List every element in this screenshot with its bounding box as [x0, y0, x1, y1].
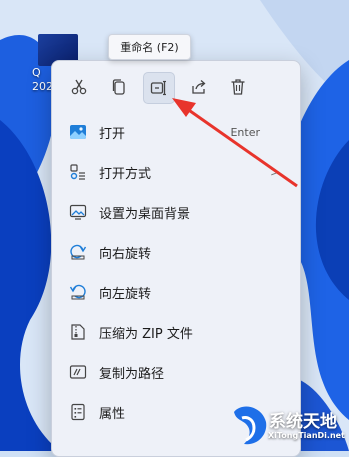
watermark-title: 系统天地 [269, 412, 337, 432]
watermark-url: XiTongTianDi.net [268, 431, 345, 440]
annotation-arrow [172, 98, 298, 188]
